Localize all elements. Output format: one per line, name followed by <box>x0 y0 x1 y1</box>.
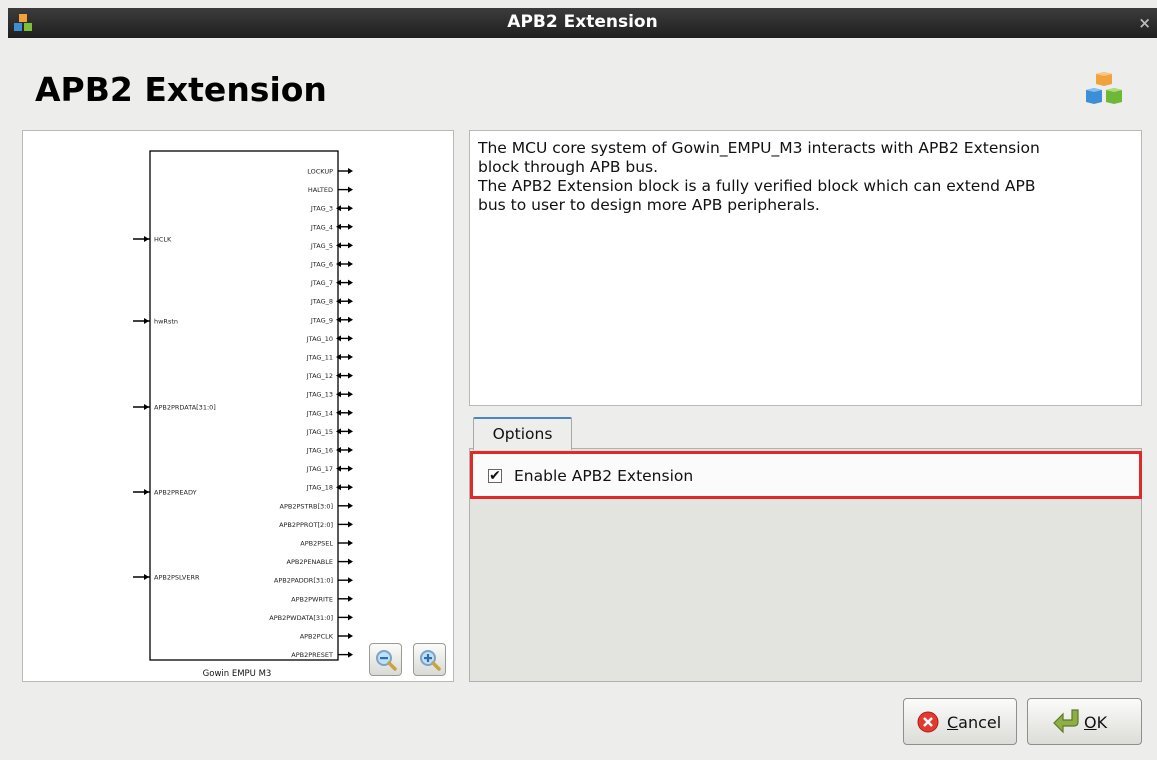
pin-arrow <box>348 484 353 491</box>
pin-arrow <box>348 447 353 453</box>
zoom-in-button[interactable] <box>413 643 446 676</box>
pin-label: APB2PSLVERR <box>154 574 200 582</box>
description-line: bus to user to design more APB periphera… <box>478 196 820 214</box>
pin-label: APB2PENABLE <box>287 558 333 566</box>
pin-arrow <box>348 279 353 286</box>
pin-label: JTAG_9 <box>310 316 333 324</box>
pin-arrow <box>144 489 149 495</box>
pin-arrow <box>144 574 149 580</box>
pin-arrow <box>144 236 149 242</box>
pin-arrow <box>348 577 353 584</box>
pin-arrow <box>348 335 353 342</box>
pin-label: APB2PSEL <box>300 540 333 548</box>
pin-label: APB2PPROT[2:0] <box>279 521 333 529</box>
pin-label: APB2PREADY <box>154 489 197 497</box>
zoom-in-icon <box>420 650 441 671</box>
pin-arrow <box>348 298 353 305</box>
pin-label: JTAG_4 <box>310 223 333 231</box>
pin-arrow <box>348 354 353 360</box>
pin-label: APB2PRESET <box>291 651 333 659</box>
pin-label: JTAG_10 <box>306 335 333 343</box>
pin-arrow <box>348 223 353 230</box>
page-title: APB2 Extension <box>35 70 327 109</box>
pin-label: JTAG_15 <box>306 428 333 436</box>
pin-label: JTAG_18 <box>306 484 333 492</box>
pin-arrow <box>348 316 353 323</box>
pin-arrow <box>144 318 149 324</box>
pin-arrow <box>348 502 353 509</box>
pin-arrow <box>348 372 353 379</box>
zoom-out-button[interactable] <box>369 643 402 676</box>
pin-arrow <box>348 633 353 639</box>
pin-label: APB2PWRITE <box>291 595 333 603</box>
pin-arrow <box>348 651 353 658</box>
pin-label: JTAG_11 <box>306 354 333 362</box>
enable-apb2-option-row: ✔ Enable APB2 Extension <box>470 451 1142 499</box>
pin-label: JTAG_17 <box>306 465 333 473</box>
cancel-button[interactable]: Cancel <box>903 698 1017 745</box>
ok-label: OK <box>1084 713 1108 732</box>
close-icon[interactable]: × <box>1138 14 1151 32</box>
pin-arrow <box>348 595 353 602</box>
pin-label: HCLK <box>154 236 172 244</box>
pin-arrow <box>144 404 149 410</box>
zoom-out-icon <box>376 650 397 671</box>
pin-arrow <box>348 614 353 621</box>
pin-arrow <box>348 242 353 249</box>
title-bar: APB2 Extension × <box>8 8 1157 38</box>
pin-arrow <box>348 540 353 546</box>
block-diagram: Gowin EMPU M3 HCLK hwRstn APB2PRDATA[31:0]… <box>133 150 353 679</box>
block-label: Gowin EMPU M3 <box>203 669 272 679</box>
pin-label: HALTED <box>308 186 333 194</box>
pin-label: APB2PCLK <box>300 633 334 641</box>
pin-label: JTAG_13 <box>306 391 333 399</box>
pin-label: JTAG_12 <box>306 372 333 380</box>
description-box: The MCU core system of Gowin_EMPU_M3 int… <box>469 130 1142 406</box>
description-line: block through APB bus. <box>478 158 659 176</box>
pin-label: APB2PRDATA[31:0] <box>154 404 216 412</box>
cubes-icon <box>1086 72 1122 104</box>
description-line: The MCU core system of Gowin_EMPU_M3 int… <box>478 139 1040 157</box>
pin-arrow <box>348 391 353 398</box>
pin-arrow <box>348 558 353 565</box>
block-diagram-panel: Gowin EMPU M3 HCLK hwRstn APB2PRDATA[31:0]… <box>22 130 454 682</box>
pin-label: APB2PWDATA[31:0] <box>269 614 333 622</box>
pin-arrow <box>348 428 353 435</box>
pin-arrow <box>348 261 353 267</box>
cancel-label: Cancel <box>947 713 1002 732</box>
ok-button[interactable]: OK <box>1027 698 1142 745</box>
pin-label: JTAG_7 <box>310 279 333 287</box>
pin-arrow <box>348 465 353 472</box>
pin-label: hwRstn <box>154 318 178 326</box>
enable-apb2-label[interactable]: Enable APB2 Extension <box>514 467 693 485</box>
cancel-icon <box>917 711 939 733</box>
tab-options[interactable]: Options <box>473 417 572 450</box>
pin-label: JTAG_3 <box>310 205 333 213</box>
pin-arrow <box>348 521 353 528</box>
ok-arrow-icon <box>1053 709 1079 734</box>
pin-label: JTAG_16 <box>306 447 333 455</box>
pin-arrow <box>348 409 353 416</box>
pin-label: JTAG_14 <box>306 409 333 417</box>
description-line: The APB2 Extension block is a fully veri… <box>478 177 1036 195</box>
window-title: APB2 Extension <box>507 12 658 32</box>
pin-label: JTAG_5 <box>310 242 333 250</box>
pin-label: LOCKUP <box>307 168 333 176</box>
pin-label: JTAG_6 <box>310 261 333 269</box>
pin-label: APB2PADDR[31:0] <box>274 577 333 585</box>
pin-arrow <box>348 186 353 193</box>
pin-arrow <box>348 205 353 212</box>
pin-label: JTAG_8 <box>310 298 333 306</box>
pin-arrow <box>348 168 353 174</box>
enable-apb2-checkbox[interactable]: ✔ <box>488 469 502 483</box>
pin-label: APB2PSTRB[3:0] <box>280 502 334 510</box>
